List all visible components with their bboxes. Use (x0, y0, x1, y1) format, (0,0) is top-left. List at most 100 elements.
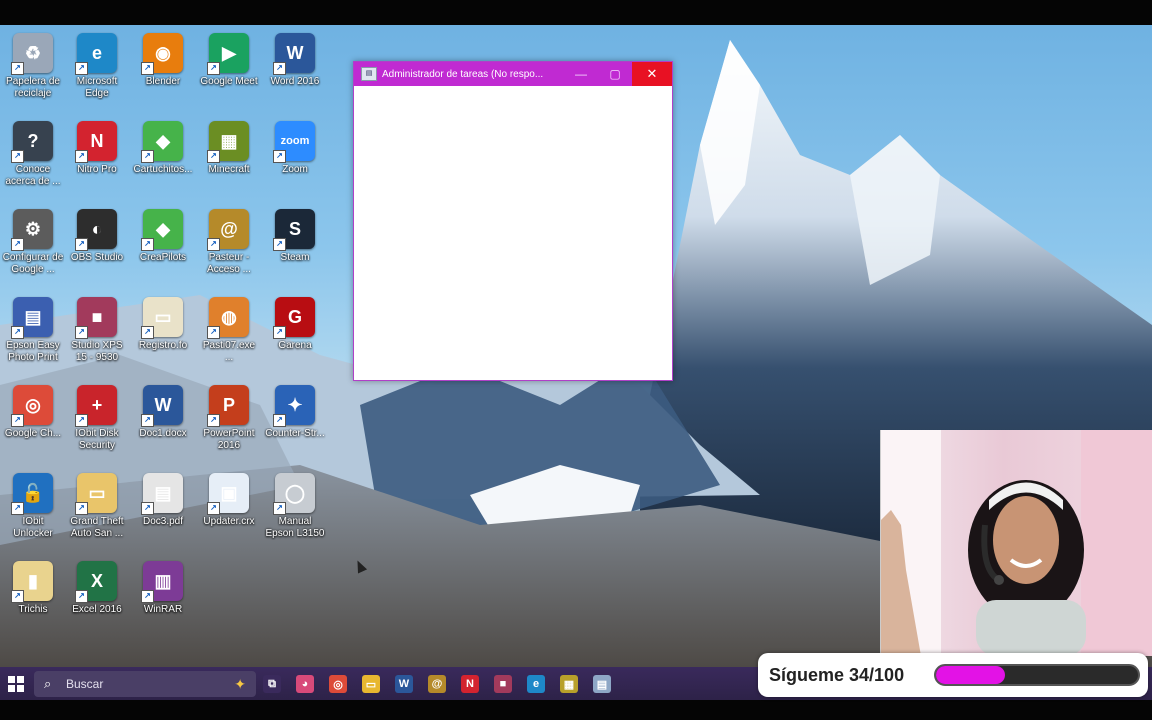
maximize-button[interactable]: ▢ (598, 62, 632, 86)
windows-logo-tile (17, 685, 24, 692)
desktop-icon-pasteur[interactable]: @ ↗ Pasteur - Acceso ... (198, 209, 260, 276)
desktop-icon-iobitdisk[interactable]: + ↗ IObit Disk Security (66, 385, 128, 452)
desktop-icon-gta[interactable]: ▭ ↗ Grand Theft Auto San ... (66, 473, 128, 540)
notes-icon[interactable]: ▦ (560, 675, 578, 693)
desktop-icon-counter[interactable]: ✦ ↗ Counter-Str... (264, 385, 326, 440)
help-circle-icon: ? ↗ (11, 121, 53, 163)
excel-icon: X ↗ (75, 561, 117, 603)
desktop-icon-label: Google Meet (200, 76, 258, 87)
desktop-icon-chrome[interactable]: ◎ ↗ Google Ch... (2, 385, 64, 440)
desktop-icon-label: Steam (280, 252, 310, 263)
edge-icon[interactable]: e (527, 675, 545, 693)
search-icon: ⌕ (44, 676, 52, 691)
shortcut-arrow-icon: ↗ (11, 238, 24, 251)
desktop-icon-steam[interactable]: S ↗ Steam (264, 209, 326, 264)
close-button[interactable]: ✕ (632, 62, 672, 86)
shortcut-arrow-icon: ↗ (207, 62, 220, 75)
shortcut-arrow-icon: ↗ (11, 326, 24, 339)
garena-icon: G ↗ (273, 297, 315, 339)
desktop-icon-trichis[interactable]: ▮ ↗ Trichis (2, 561, 64, 616)
chrome-icon[interactable]: ◎ (329, 675, 347, 693)
desktop-icon-label: Doc1.docx (139, 428, 187, 439)
desktop-icon-garena[interactable]: G ↗ Garena (264, 297, 326, 352)
desktop-icon-minecraft[interactable]: ▦ ↗ Minecraft (198, 121, 260, 176)
letterbox-top (0, 0, 1152, 25)
desktop-icon-registro[interactable]: ▭ ↗ Registro.fo (132, 297, 194, 352)
desktop-icon-label: Updater.crx (203, 516, 255, 527)
sparkle-icon[interactable]: ✦ (234, 676, 246, 693)
desktop-icon-label: OBS Studio (70, 252, 124, 263)
shortcut-arrow-icon: ↗ (207, 238, 220, 251)
desktop-icon-label: Google Ch... (4, 428, 62, 439)
file-explorer-icon[interactable]: ▭ (362, 675, 380, 693)
nitro-icon[interactable]: N (461, 675, 479, 693)
task-view-icon[interactable]: ⧉ (263, 675, 281, 693)
desktop-icon-obs[interactable]: ◐ ↗ OBS Studio (66, 209, 128, 264)
pasteur-icon[interactable]: @ (428, 675, 446, 693)
desktop-icon-pasmo[interactable]: ◍ ↗ Pasti07.exe ... (198, 297, 260, 364)
desktop-icon-manual[interactable]: ◯ ↗ Manual Epson L3150 (264, 473, 326, 540)
tiles-icon[interactable]: ■ (494, 675, 512, 693)
desktop-icon-label: IObit Disk Security (75, 428, 119, 451)
steam-icon: S ↗ (273, 209, 315, 251)
letterbox-bottom (0, 700, 1152, 720)
start-button[interactable] (8, 676, 24, 692)
desktop-icon-configurar[interactable]: ⚙ ↗ Configurar de Google ... (2, 209, 64, 276)
desktop-icon-recycle[interactable]: ♻ ↗ Papelera de reciclaje (2, 33, 64, 100)
edge-icon: e ↗ (75, 33, 117, 75)
shortcut-arrow-icon: ↗ (141, 502, 154, 515)
folder-icon: ▭ ↗ (75, 473, 117, 515)
unlock-icon: 🔓 ↗ (11, 473, 53, 515)
counter-strike-icon: ✦ ↗ (273, 385, 315, 427)
desktop-icon-conoce[interactable]: ? ↗ Conoce acerca de ... (2, 121, 64, 188)
desktop-icon-updater[interactable]: ▣ ↗ Updater.crx (198, 473, 260, 528)
task-manager-titlebar[interactable]: ▤ Administrador de tareas (No respo... —… (354, 62, 672, 86)
colorful-app-icon[interactable]: ◕ (296, 675, 314, 693)
shortcut-arrow-icon: ↗ (141, 326, 154, 339)
desktop-icon-label: Microsoft Edge (76, 76, 118, 99)
task-manager-window[interactable]: ▤ Administrador de tareas (No respo... —… (353, 61, 673, 381)
shortcut-arrow-icon: ↗ (75, 590, 88, 603)
follow-progress-track (934, 664, 1140, 686)
desktop-icon-nitro[interactable]: N ↗ Nitro Pro (66, 121, 128, 176)
shortcut-arrow-icon: ↗ (11, 414, 24, 427)
shortcut-arrow-icon: ↗ (75, 414, 88, 427)
desktop-icon-label: Pasti07.exe ... (202, 340, 256, 363)
chrome-icon: ◎ ↗ (11, 385, 53, 427)
task-manager-icon[interactable]: ▤ (593, 675, 611, 693)
shortcut-arrow-icon: ↗ (75, 326, 88, 339)
desktop-icon-unlocker[interactable]: 🔓 ↗ IObit Unlocker (2, 473, 64, 540)
desktop-icon-label: Cartuchitos... (133, 164, 193, 175)
taskbar-search-box[interactable]: ⌕ Buscar ✦ (34, 671, 256, 697)
desktop-icon-doc3[interactable]: ▤ ↗ Doc3.pdf (132, 473, 194, 528)
window-title: Administrador de tareas (No respo... (382, 68, 544, 80)
google-meet-icon: ▶ ↗ (207, 33, 249, 75)
desktop-icon-word2016[interactable]: W ↗ Word 2016 (264, 33, 326, 88)
minimize-button[interactable]: — (564, 62, 598, 86)
desktop-icon-ppt[interactable]: P ↗ PowerPoint 2016 (198, 385, 260, 452)
desktop-icon-edge[interactable]: e ↗ Microsoft Edge (66, 33, 128, 100)
desktop-icon-studio[interactable]: ■ ↗ Studio XPS 15 - 9530 (66, 297, 128, 364)
desktop-icon-creapilot[interactable]: ◆ ↗ CreaPilots (132, 209, 194, 264)
desktop-icon-winrar[interactable]: ▥ ↗ WinRAR (132, 561, 194, 616)
task-manager-icon: ▤ (361, 67, 377, 81)
desktop-icon-cartuchitos[interactable]: ◆ ↗ Cartuchitos... (132, 121, 194, 176)
shortcut-arrow-icon: ↗ (75, 150, 88, 163)
word-icon[interactable]: W (395, 675, 413, 693)
desktop-icon-excel[interactable]: X ↗ Excel 2016 (66, 561, 128, 616)
obs-icon: ◐ ↗ (75, 209, 117, 251)
desktop-icon-epson[interactable]: ▤ ↗ Epson Easy Photo Print (2, 297, 64, 364)
shortcut-arrow-icon: ↗ (11, 150, 24, 163)
green-shield-icon: ◆ ↗ (141, 209, 183, 251)
desktop-icon-blender[interactable]: ◉ ↗ Blender (132, 33, 194, 88)
desktop-icon-zoom[interactable]: zoom ↗ Zoom (264, 121, 326, 176)
blender-icon: ◉ ↗ (141, 33, 183, 75)
desktop-icon-meet[interactable]: ▶ ↗ Google Meet (198, 33, 260, 88)
photo-print-icon: ▤ ↗ (11, 297, 53, 339)
shortcut-arrow-icon: ↗ (75, 502, 88, 515)
shortcut-arrow-icon: ↗ (273, 150, 286, 163)
desktop-icon-label: Studio XPS 15 - 9530 (71, 340, 123, 363)
winrar-icon: ▥ ↗ (141, 561, 183, 603)
shortcut-arrow-icon: ↗ (75, 238, 88, 251)
desktop-icon-doc1[interactable]: W ↗ Doc1.docx (132, 385, 194, 440)
